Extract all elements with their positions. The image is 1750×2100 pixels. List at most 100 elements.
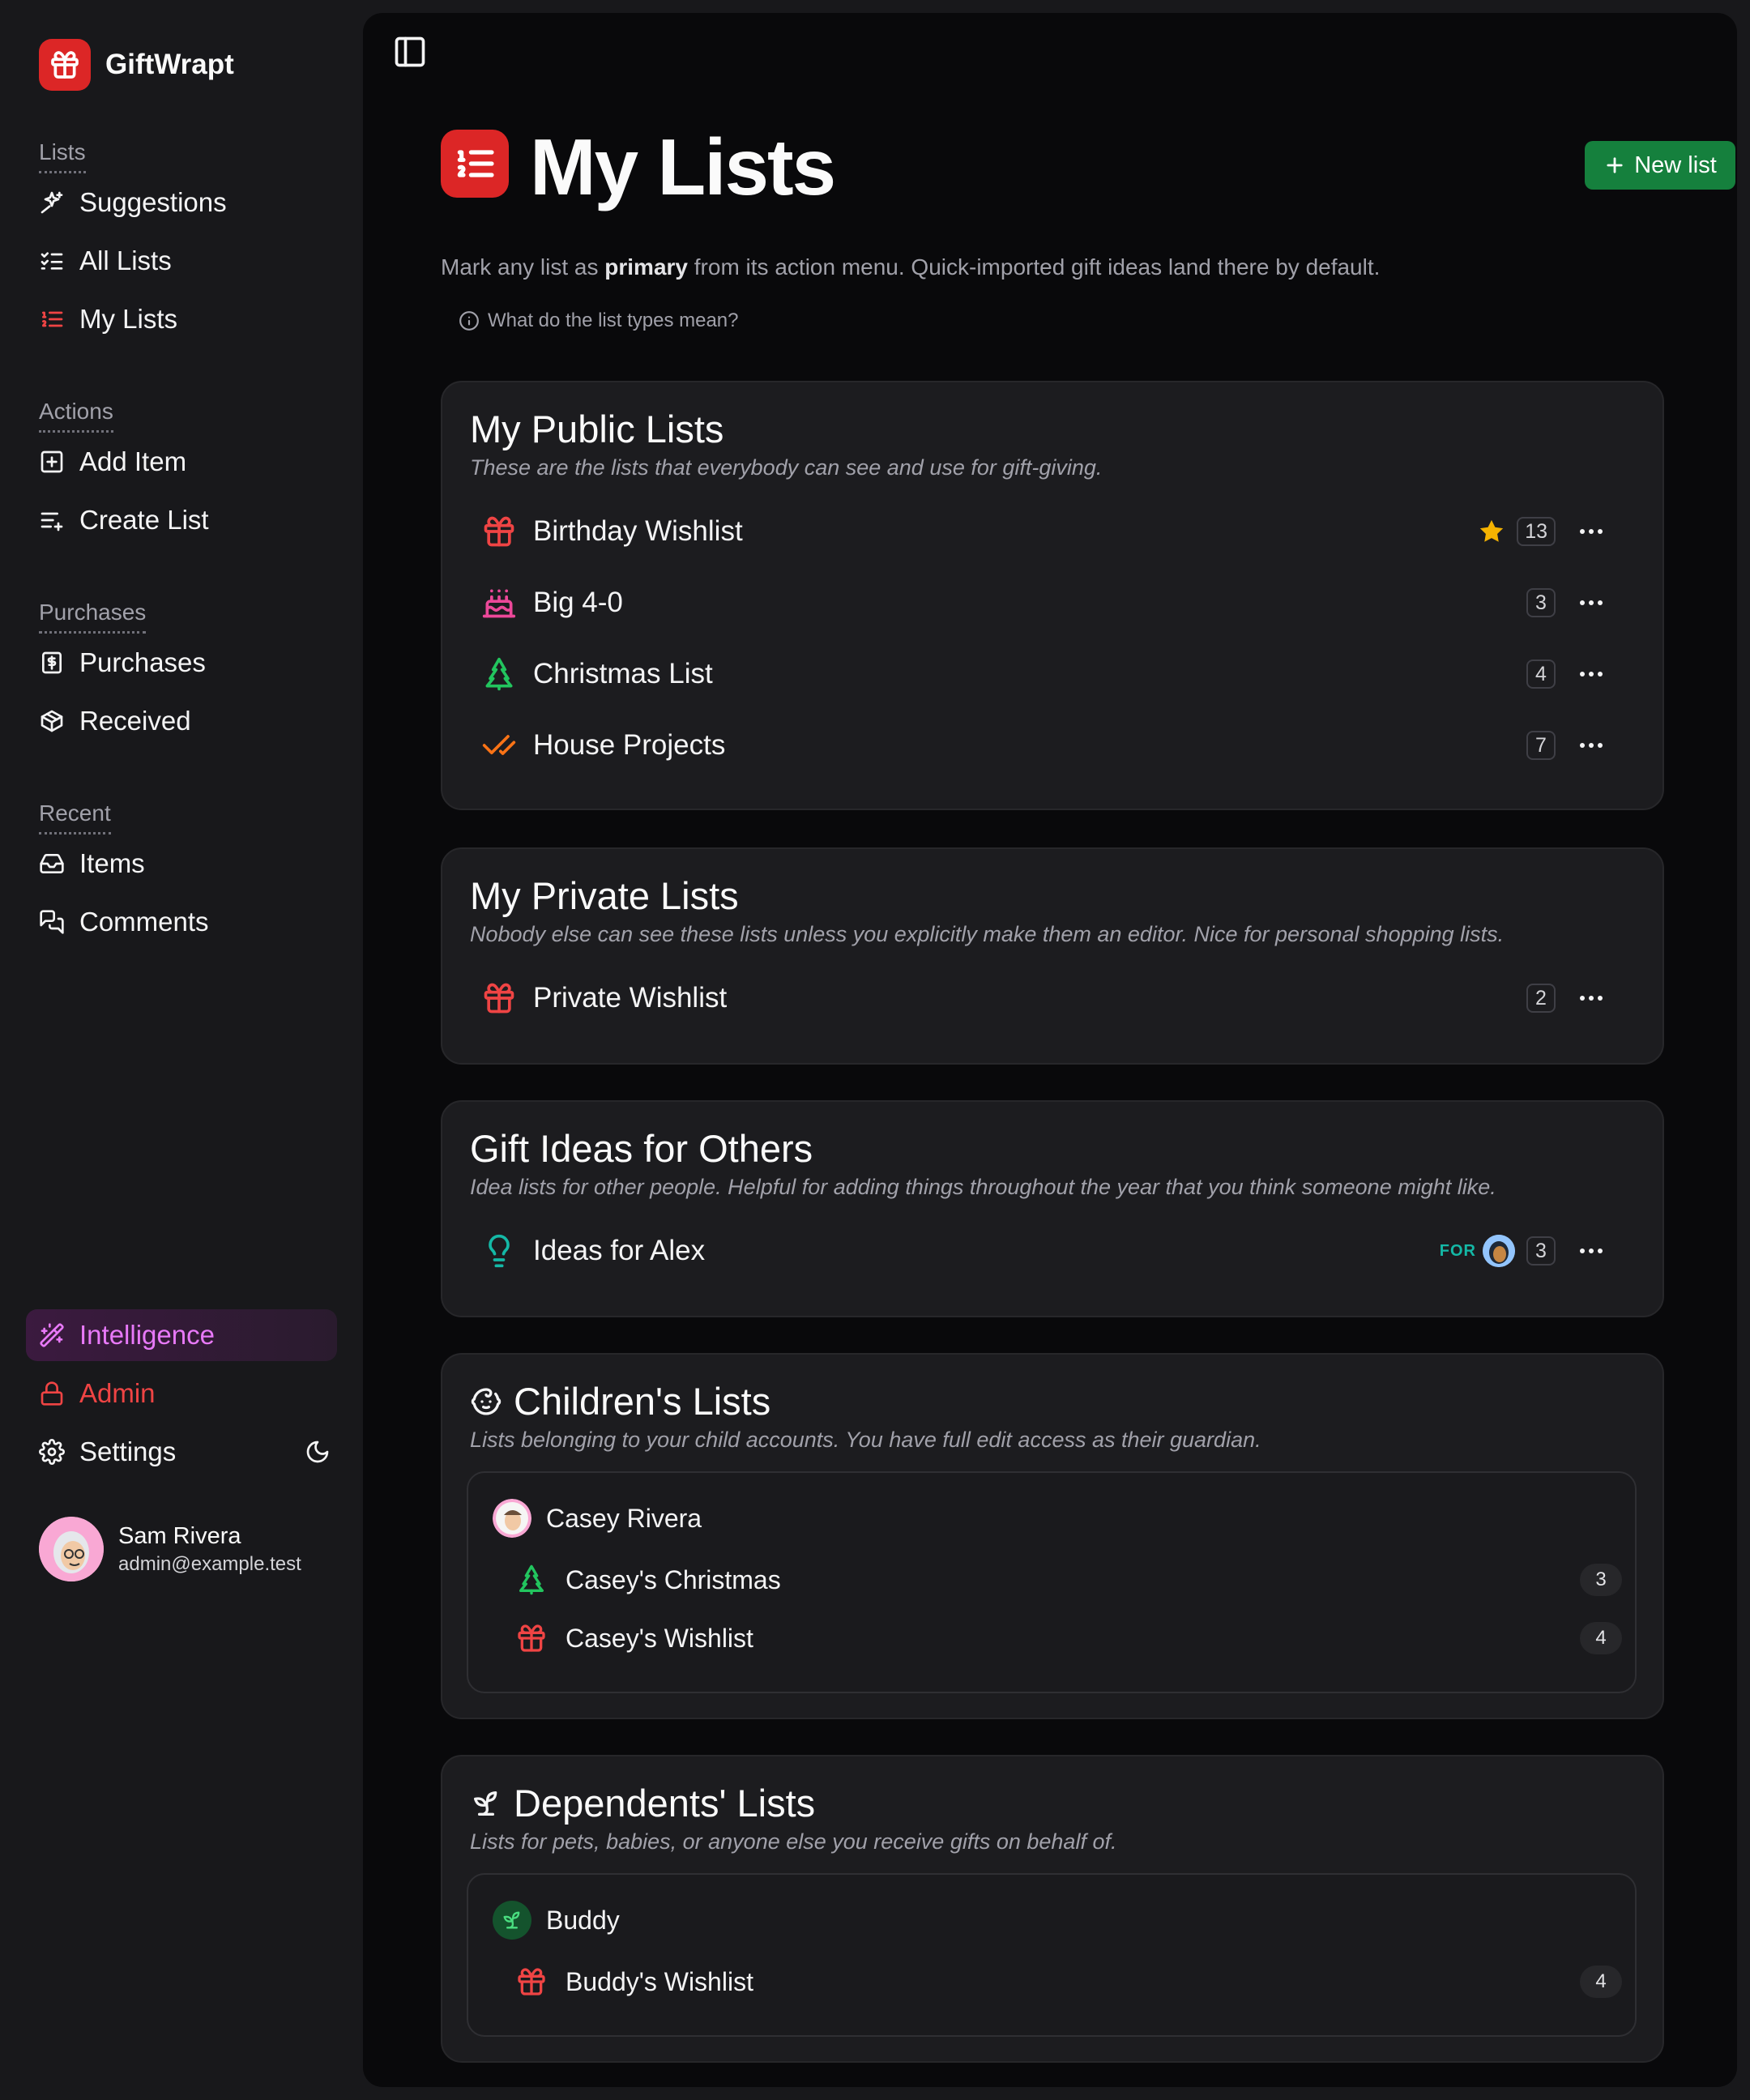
- cake-icon: [482, 589, 516, 618]
- section-description: These are the lists that everybody can s…: [470, 455, 1103, 480]
- list-row-christmas-list[interactable]: Christmas List 4: [481, 642, 1616, 706]
- panel-left-icon[interactable]: [392, 34, 428, 70]
- plus-icon: [1607, 157, 1623, 173]
- ellipsis-icon: [1580, 529, 1603, 534]
- sidebar-item-create-list[interactable]: Create List: [39, 491, 339, 549]
- nav-group-purchases: Purchases Purchases Received: [39, 600, 339, 750]
- list-plus-icon: [41, 512, 63, 531]
- sidebar-item-comments[interactable]: Comments: [39, 893, 339, 951]
- brand-name: GiftWrapt: [105, 49, 234, 80]
- item-count: 4: [1580, 1966, 1622, 1998]
- help-text: What do the list types mean?: [488, 309, 739, 331]
- nav-heading-actions: Actions: [39, 399, 113, 433]
- page-subtitle: Mark any list as primary from its action…: [441, 254, 1380, 280]
- package-icon: [41, 710, 63, 732]
- ellipsis-icon: [1580, 743, 1603, 748]
- list-checks-icon: [41, 252, 63, 270]
- page-title: My Lists: [530, 122, 836, 211]
- sidebar-item-label: All Lists: [79, 245, 172, 275]
- gift-icon: [484, 983, 514, 1014]
- nav-group-lists: Lists Suggestions All Lists My Lists: [39, 139, 339, 348]
- sidebar-item-settings[interactable]: Settings: [39, 1423, 331, 1481]
- sidebar-item-add-item[interactable]: Add Item: [39, 433, 339, 491]
- child-name: Casey Rivera: [546, 1503, 702, 1533]
- item-count: 13: [1517, 517, 1556, 546]
- list-label: Christmas List: [533, 658, 713, 689]
- more-actions-button[interactable]: [1567, 658, 1616, 690]
- sidebar-item-label: Purchases: [79, 647, 206, 677]
- gift-icon: [39, 39, 91, 91]
- subtitle-bold: primary: [604, 254, 688, 280]
- section-description: Idea lists for other people. Helpful for…: [470, 1175, 1496, 1199]
- more-actions-button[interactable]: [1567, 1235, 1616, 1267]
- list-row-caseys-wishlist[interactable]: Casey's Wishlist 4: [515, 1609, 1633, 1667]
- list-ordered-icon: [441, 130, 509, 198]
- section-title: My Public Lists: [470, 408, 724, 450]
- sidebar-item-suggestions[interactable]: Suggestions: [39, 173, 339, 232]
- nav-group-recent: Recent Items Comments: [39, 800, 339, 951]
- lightbulb-icon: [489, 1234, 510, 1268]
- sidebar-item-admin[interactable]: Admin: [39, 1364, 156, 1423]
- more-actions-button[interactable]: [1567, 729, 1616, 762]
- ellipsis-icon: [1580, 672, 1603, 677]
- list-row-big-4-0[interactable]: Big 4-0 3: [481, 570, 1616, 635]
- list-row-ideas-for-alex[interactable]: Ideas for Alex FOR 3: [481, 1219, 1616, 1283]
- gear-icon: [39, 1439, 65, 1465]
- subtitle-text: from its action menu. Quick-imported gif…: [688, 254, 1381, 280]
- main-content: My Lists New list Mark any list as prima…: [363, 13, 1737, 2087]
- list-row-house-projects[interactable]: House Projects 7: [481, 713, 1616, 778]
- list-row-birthday-wishlist[interactable]: Birthday Wishlist 13: [481, 499, 1616, 564]
- sidebar-item-label: Received: [79, 706, 191, 736]
- sidebar-item-intelligence[interactable]: Intelligence: [26, 1309, 337, 1361]
- sprout-icon: [503, 1911, 520, 1929]
- more-actions-button[interactable]: [1567, 587, 1616, 619]
- tree-icon: [485, 657, 513, 691]
- sidebar-item-label: Comments: [79, 907, 209, 937]
- list-label: Birthday Wishlist: [533, 515, 743, 547]
- avatar: [1483, 1235, 1515, 1267]
- gift-icon: [484, 516, 514, 547]
- dependent-buddy[interactable]: Buddy: [493, 1891, 1611, 1949]
- section-title: My Private Lists: [470, 874, 739, 917]
- private-lists-card: My Private Lists Nobody else can see the…: [441, 847, 1664, 1065]
- info-icon: [459, 311, 479, 331]
- moon-icon[interactable]: [305, 1439, 331, 1465]
- sidebar-item-label: Intelligence: [79, 1320, 215, 1350]
- sidebar: GiftWrapt Lists Suggestions All Lists My…: [0, 0, 363, 2100]
- list-row-caseys-christmas[interactable]: Casey's Christmas 3: [515, 1551, 1633, 1609]
- section-title: Dependents' Lists: [470, 1781, 815, 1825]
- dependent-group: Buddy Buddy's Wishlist 4: [467, 1873, 1637, 2037]
- messages-icon: [40, 910, 64, 934]
- magic-wand-icon: [40, 1323, 64, 1347]
- child-account-group: Casey Rivera Casey's Christmas 3 Casey's…: [467, 1471, 1637, 1693]
- more-actions-button[interactable]: [1567, 515, 1616, 548]
- sidebar-item-all-lists[interactable]: All Lists: [39, 232, 339, 290]
- tree-icon: [519, 1564, 544, 1595]
- sidebar-item-items[interactable]: Items: [39, 834, 339, 893]
- list-label: Big 4-0: [533, 587, 623, 618]
- item-count: 7: [1526, 731, 1556, 760]
- avatar: [493, 1901, 531, 1940]
- list-row-buddys-wishlist[interactable]: Buddy's Wishlist 4: [515, 1953, 1633, 2011]
- more-actions-button[interactable]: [1567, 982, 1616, 1014]
- list-types-help-link[interactable]: What do the list types mean?: [459, 309, 739, 332]
- list-label: Private Wishlist: [533, 982, 728, 1014]
- brand[interactable]: GiftWrapt: [39, 39, 234, 91]
- sidebar-item-received[interactable]: Received: [39, 692, 339, 750]
- sidebar-item-label: Settings: [79, 1436, 177, 1466]
- sidebar-item-my-lists[interactable]: My Lists: [39, 290, 339, 348]
- subtitle-text: Mark any list as: [441, 254, 605, 280]
- item-count: 4: [1526, 659, 1556, 689]
- item-count: 4: [1580, 1622, 1622, 1654]
- section-title-text: Children's Lists: [514, 1380, 771, 1423]
- section-description: Nobody else can see these lists unless y…: [470, 922, 1505, 946]
- list-row-private-wishlist[interactable]: Private Wishlist 2: [481, 966, 1616, 1031]
- user-profile[interactable]: Sam Rivera admin@example.test: [39, 1517, 301, 1581]
- new-list-button[interactable]: New list: [1585, 141, 1735, 190]
- sprout-icon: [474, 1791, 497, 1816]
- item-count: 3: [1526, 588, 1556, 617]
- sidebar-item-purchases[interactable]: Purchases: [39, 634, 339, 692]
- child-account-casey[interactable]: Casey Rivera: [493, 1489, 1611, 1547]
- sidebar-item-label: Create List: [79, 505, 209, 535]
- sidebar-item-label: Suggestions: [79, 187, 227, 217]
